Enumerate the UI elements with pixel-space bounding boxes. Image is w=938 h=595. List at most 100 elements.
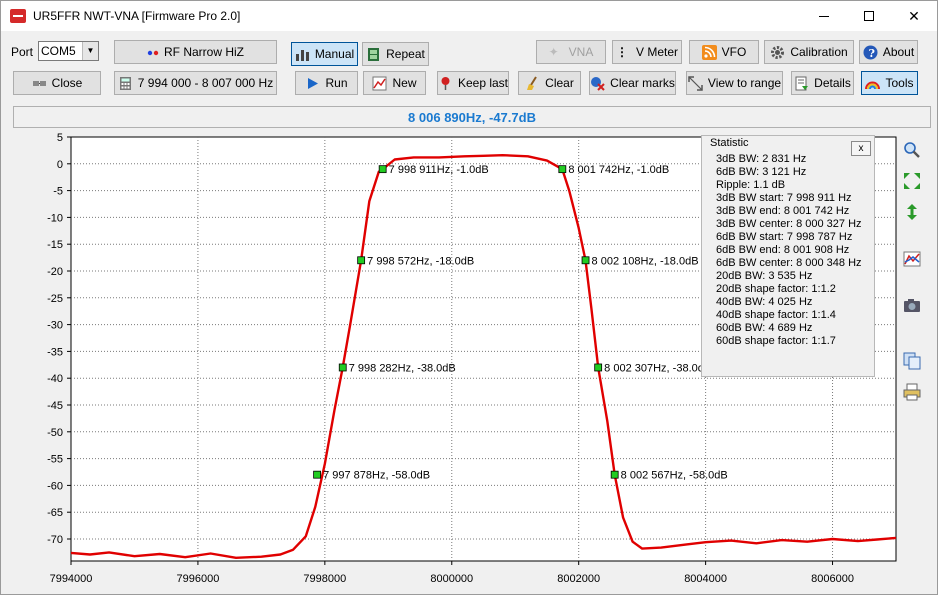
stat-line: 60dB shape factor: 1:1.7 [716,335,836,347]
run-button[interactable]: Run [295,71,358,95]
details-button[interactable]: Details [791,71,854,95]
minimize-button[interactable] [801,1,847,31]
y-tick-label: -30 [47,320,63,332]
mode-label: RF Narrow HiZ [164,45,244,59]
chevron-down-icon: ▼ [82,42,98,60]
stat-line: 3dB BW end: 8 001 742 Hz [716,205,850,217]
repeat-button[interactable]: Repeat [362,42,429,66]
film-icon [366,47,381,62]
marker-label: 8 001 742Hz, -1.0dB [568,164,669,176]
camera-icon [903,296,921,317]
magnifier-icon [903,141,921,162]
broom-icon [525,75,540,91]
x-tick-label: 8002000 [557,573,600,585]
view-to-range-label: View to range [707,76,782,90]
x-tick-label: 8000000 [430,573,473,585]
calibration-button[interactable]: Calibration [764,40,854,64]
vmeter-label: V Meter [635,45,678,59]
new-button[interactable]: New [363,71,426,95]
close-button[interactable]: Close [13,71,101,95]
maximize-icon [864,11,874,21]
app-icon [10,9,26,23]
vmeter-button[interactable]: ⋮ V Meter [612,40,682,64]
close-icon: ✕ [908,7,920,24]
maximize-button[interactable] [846,1,892,31]
details-label: Details [814,76,851,90]
calibration-label: Calibration [790,45,848,59]
stat-line: 6dB BW end: 8 001 908 Hz [716,244,850,256]
clear-marks-button[interactable]: Clear marks [589,71,676,95]
range-label: 7 994 000 - 8 007 000 Hz [137,76,274,90]
copy-icon [903,352,921,373]
cursor-readout-text: 8 006 890Hz, -47.7dB [408,109,536,125]
stat-line: 20dB BW: 3 535 Hz [716,270,813,282]
marker-point [357,256,366,265]
play-icon [305,76,320,91]
y-tick-label: -5 [53,186,63,198]
new-graph-icon [372,76,387,91]
stat-line: 60dB BW: 4 689 Hz [716,322,813,334]
rf-mode-icon [147,45,159,60]
marker-point [610,470,619,479]
screenshot-button[interactable] [901,295,923,317]
new-label: New [392,76,417,90]
tools-button[interactable]: Tools [861,71,918,95]
x-axis: 7994000 7996000 7998000 8000000 8002000 80040… [50,561,854,585]
x-tick-label: 7994000 [50,573,93,585]
mode-button[interactable]: RF Narrow HiZ [114,40,277,64]
vfo-button[interactable]: VFO [689,40,759,64]
rainbow-icon [865,76,881,91]
y-tick-label: -25 [47,293,63,305]
statistic-lines: 3dB BW: 2 831 Hz 6dB BW: 3 121 Hz Ripple… [716,153,862,348]
y-tick-label: -55 [47,454,63,466]
y-tick-label: -65 [47,507,63,519]
marker-point [313,470,322,479]
y-tick-label: -15 [47,239,63,251]
marker-label: 8 002 567Hz, -58.0dB [621,470,728,482]
x-tick-label: 7998000 [303,573,346,585]
graph-settings-button[interactable] [901,249,923,271]
zoom-button[interactable] [901,140,923,162]
manual-button[interactable]: Manual [291,42,358,66]
marker-label: 7 998 911Hz, -1.0dB [389,164,489,176]
clear-button[interactable]: Clear [518,71,581,95]
disconnect-icon [32,76,47,91]
marker-point [581,256,590,265]
x-tick-label: 8006000 [811,573,854,585]
vfo-label: VFO [721,45,747,59]
range-button[interactable]: 7 994 000 - 8 007 000 Hz [114,71,277,95]
y-tick-label: -45 [47,400,63,412]
tools-label: Tools [885,76,914,90]
app-window: UR5FFR NWT-VNA [Firmware Pro 2.0] ✕ Port… [0,0,938,595]
window-close-button[interactable]: ✕ [891,1,937,31]
view-to-range-button[interactable]: View to range [686,71,783,95]
port-select[interactable]: COM5 ▼ [38,41,99,61]
repeat-label: Repeat [386,47,425,61]
vna-icon: ✦ [548,44,559,59]
y-tick-label: -60 [47,480,63,492]
copy-button[interactable] [901,351,923,373]
print-button[interactable] [901,382,923,404]
minimize-icon [819,15,829,17]
printer-icon [903,383,921,404]
fit-button[interactable] [901,171,923,193]
x-tick-label: 7996000 [177,573,220,585]
marker-point [594,363,603,372]
window-title: UR5FFR NWT-VNA [Firmware Pro 2.0] [33,9,241,23]
keep-last-button[interactable]: Keep last [437,71,509,95]
x-tick-label: 8004000 [684,573,727,585]
about-button[interactable]: ? About [859,40,918,64]
y-tick-label: 0 [57,159,63,171]
stat-line: 20dB shape factor: 1:1.2 [716,283,836,295]
clear-marks-label: Clear marks [610,76,675,90]
svg-text:?: ? [868,47,874,60]
vna-button[interactable]: ✦ VNA [536,40,606,64]
keep-last-label: Keep last [457,76,509,90]
vertical-scale-button[interactable] [901,202,923,224]
stat-line: 6dB BW: 3 121 Hz [716,166,807,178]
stat-line: 6dB BW start: 7 998 787 Hz [716,231,853,243]
title-bar: UR5FFR NWT-VNA [Firmware Pro 2.0] ✕ [1,1,937,31]
y-tick-label: -40 [47,373,63,385]
details-icon [794,76,809,91]
graph-icon [903,250,921,271]
